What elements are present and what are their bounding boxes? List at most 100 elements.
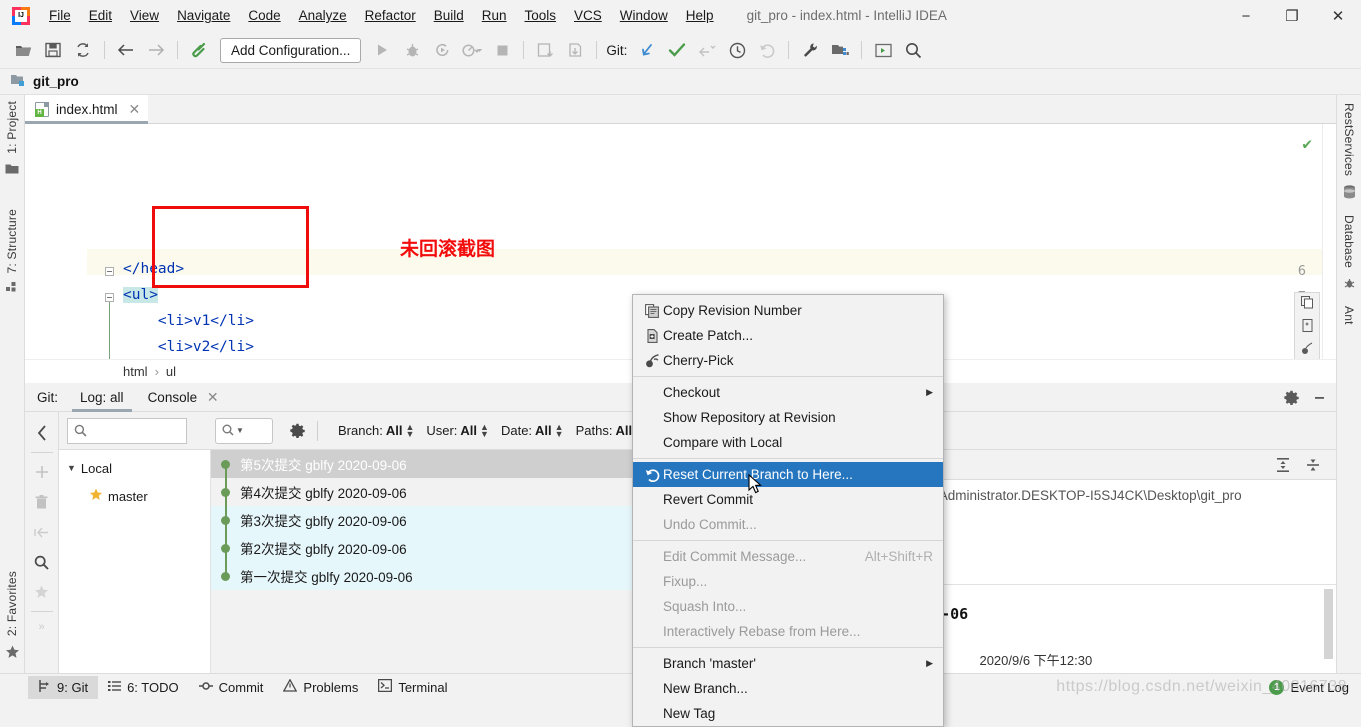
menu-build[interactable]: Build [425,4,473,27]
close-button[interactable]: ✕ [1315,0,1361,32]
filter-branch[interactable]: Branch: All ▲ ▼ [338,422,414,439]
profiler-icon[interactable] [457,37,487,63]
menu-item-compare-with-local[interactable]: Compare with Local [633,430,943,455]
menu-run[interactable]: Run [473,4,516,27]
search-input[interactable] [67,417,187,444]
editor-scrollbar[interactable] [1322,124,1336,359]
menu-vcs[interactable]: VCS [565,4,611,27]
tab-log-all-label: Log: all [80,389,124,405]
git-push-icon[interactable] [692,37,722,63]
close-icon[interactable]: ✕ [129,101,141,118]
git-update-icon[interactable] [632,37,662,63]
patch-icon[interactable] [1301,319,1314,336]
menu-item-copy-revision-number[interactable]: Copy Revision Number [633,298,943,323]
navigate-back-icon[interactable] [111,37,141,63]
menu-item-revert-commit[interactable]: Revert Commit [633,487,943,512]
menu-refactor[interactable]: Refactor [356,4,425,27]
statusbar-item-problems[interactable]: Problems [273,676,368,698]
fold-marker-icon[interactable] [105,267,114,276]
run-with-coverage-icon[interactable] [427,37,457,63]
copy-icon[interactable] [1300,296,1314,313]
menu-code[interactable]: Code [239,4,289,27]
statusbar-item-git[interactable]: 9: Git [28,675,99,699]
git-history-clock-icon[interactable] [722,37,752,63]
favorites-star-icon[interactable] [28,577,56,607]
cherry-pick-icon[interactable] [1301,342,1314,359]
close-icon[interactable]: ✕ [207,389,219,405]
menu-item-new-tag[interactable]: New Tag [633,701,943,726]
statusbar-item-terminal[interactable]: Terminal [368,676,457,698]
menu-item-branch-master[interactable]: Branch 'master' ▶ [633,651,943,676]
open-folder-icon[interactable] [8,37,38,63]
tree-node-local[interactable]: ▼ Local [59,454,210,482]
tab-index-html[interactable]: H index.html ✕ [25,95,149,124]
menu-file[interactable]: File [40,4,80,27]
menu-item-checkout[interactable]: Checkout ▶ [633,380,943,405]
log-settings-gear-icon[interactable] [285,423,309,438]
sidebar-item-favorites[interactable]: 2: Favorites [5,565,19,642]
statusbar-item-todo[interactable]: 6: TODO [98,677,189,698]
statusbar-item-commit[interactable]: Commit [189,676,274,699]
run-icon[interactable] [367,37,397,63]
expand-all-icon[interactable] [1270,453,1296,477]
collapse-all-icon[interactable] [1300,453,1326,477]
inspection-ok-icon[interactable]: ✔ [1302,134,1312,153]
sidebar-item-project[interactable]: 1: Project [5,95,19,160]
gear-icon[interactable] [1278,385,1304,411]
menu-window[interactable]: Window [611,4,677,27]
stop-icon[interactable] [487,37,517,63]
menu-item-show-repository-at-revision[interactable]: Show Repository at Revision [633,405,943,430]
detail-scrollbar[interactable] [1324,589,1333,659]
build-hammer-icon[interactable] [184,37,214,63]
menu-view[interactable]: View [121,4,168,27]
update-project-icon[interactable] [530,37,560,63]
add-icon[interactable] [28,457,56,487]
expander-icon[interactable]: ▼ [67,463,76,473]
open-terminal-window-icon[interactable] [868,37,898,63]
filter-user[interactable]: User: All ▲ ▼ [426,422,489,439]
menu-navigate[interactable]: Navigate [168,4,239,27]
menu-code-label: Code [248,8,281,23]
filter-date[interactable]: Date: All ▲ ▼ [501,422,564,439]
settings-wrench-icon[interactable] [795,37,825,63]
sidebar-item-database[interactable]: Database [1342,209,1356,274]
git-commit-check-icon[interactable] [662,37,692,63]
commit-changes-icon[interactable] [560,37,590,63]
fold-marker-icon[interactable] [105,293,114,302]
maximize-button[interactable]: ❐ [1269,0,1315,32]
menu-item-reset-current-branch-to-here[interactable]: Reset Current Branch to Here... [633,462,943,487]
breadcrumb-project-name[interactable]: git_pro [33,74,79,89]
git-rollback-icon[interactable] [752,37,782,63]
project-structure-icon[interactable] [825,37,855,63]
menu-item-cherry-pick[interactable]: Cherry-Pick [633,348,943,373]
more-actions-icon[interactable]: » [28,616,56,638]
add-configuration-button[interactable]: Add Configuration... [220,37,362,63]
sidebar-item-restservices[interactable]: RestServices [1342,95,1356,182]
search-everywhere-icon[interactable] [898,37,928,63]
tab-console[interactable]: Console ✕ [136,383,231,412]
sidebar-item-ant[interactable]: Ant [1342,300,1356,331]
delete-trash-icon[interactable] [28,487,56,517]
minimize-button[interactable]: − [1223,0,1269,32]
menu-tools[interactable]: Tools [516,4,566,27]
sidebar-item-structure[interactable]: 7: Structure [5,203,19,279]
save-all-icon[interactable] [38,37,68,63]
breadcrumb-html[interactable]: html [123,364,148,379]
tree-node-master[interactable]: master [59,482,210,510]
sync-refresh-icon[interactable] [68,37,98,63]
collapse-left-icon[interactable] [28,418,56,448]
menu-item-new-branch[interactable]: New Branch... [633,676,943,701]
git-panel-title: Git: [37,389,59,405]
search-icon[interactable] [28,547,56,577]
navigate-forward-icon[interactable] [141,37,171,63]
minimize-panel-icon[interactable] [1306,385,1332,411]
menu-edit[interactable]: Edit [80,4,121,27]
menu-help[interactable]: Help [677,4,723,27]
debug-icon[interactable] [397,37,427,63]
search-filter-dropdown[interactable]: ▼ [215,417,273,444]
breadcrumb-ul[interactable]: ul [166,364,176,379]
menu-analyze[interactable]: Analyze [290,4,356,27]
collapse-all-icon[interactable] [28,517,56,547]
tab-log-all[interactable]: Log: all [68,383,136,412]
menu-item-create-patch[interactable]: Create Patch... [633,323,943,348]
